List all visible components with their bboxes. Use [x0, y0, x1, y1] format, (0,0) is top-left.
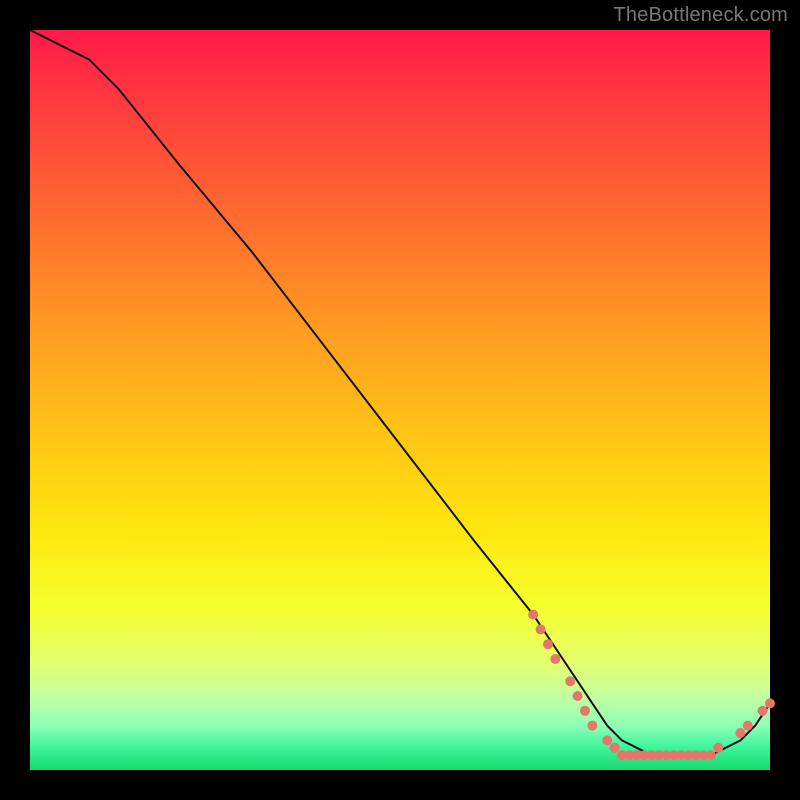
bottleneck-curve — [30, 30, 770, 755]
marker-dot — [536, 624, 546, 634]
marker-dot — [528, 610, 538, 620]
marker-dot — [735, 728, 745, 738]
plot-area — [30, 30, 770, 770]
curve-svg — [30, 30, 770, 770]
marker-dot — [610, 743, 620, 753]
chart-frame: TheBottleneck.com — [0, 0, 800, 800]
marker-dot — [602, 735, 612, 745]
marker-dot — [543, 639, 553, 649]
marker-dot — [713, 743, 723, 753]
highlight-points — [528, 610, 775, 761]
marker-dot — [743, 721, 753, 731]
marker-dot — [587, 721, 597, 731]
marker-dot — [573, 691, 583, 701]
marker-dot — [765, 698, 775, 708]
marker-dot — [758, 706, 768, 716]
marker-dot — [565, 676, 575, 686]
marker-dot — [706, 750, 716, 760]
marker-dot — [580, 706, 590, 716]
watermark-text: TheBottleneck.com — [613, 4, 788, 27]
marker-dot — [550, 654, 560, 664]
